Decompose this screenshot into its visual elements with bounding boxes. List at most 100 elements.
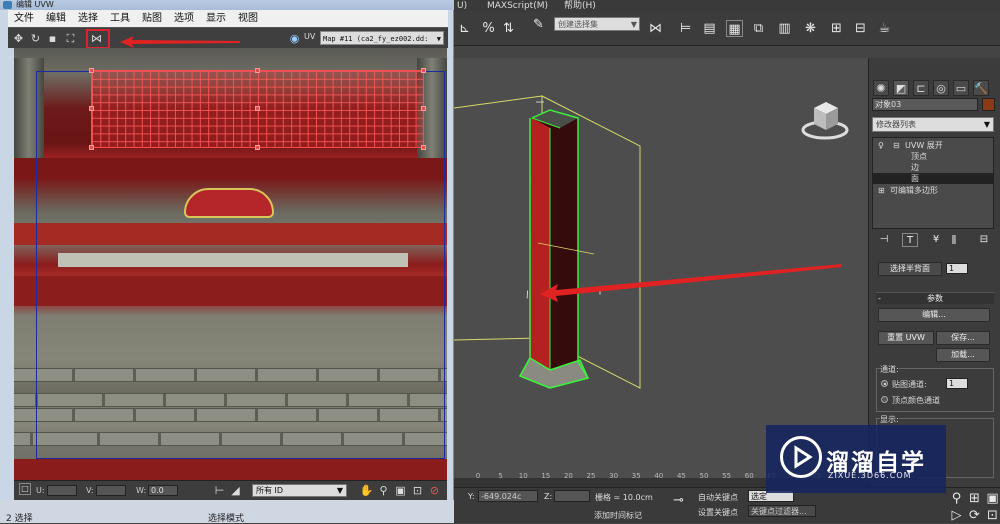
orbit-icon[interactable]: ⟳ bbox=[966, 507, 983, 524]
map-select-dropdown[interactable]: Map #11 (ca2_fy_ez002.dd: ▼ bbox=[320, 31, 444, 45]
named-selection-set-dropdown[interactable]: 创建选择集 ▼ bbox=[554, 17, 640, 31]
face-id-filter-dropdown[interactable]: 所有 ID ▼ bbox=[252, 484, 347, 497]
material-editor-icon[interactable]: ❋ bbox=[802, 20, 819, 37]
maximize-viewport-icon[interactable]: ⊡ bbox=[984, 507, 1000, 524]
configure-sets-icon[interactable]: ⊟ bbox=[976, 233, 992, 247]
pan-icon[interactable]: ✋ bbox=[359, 483, 374, 498]
zoom-viewport-icon[interactable]: ⚲ bbox=[948, 490, 965, 507]
load-button[interactable]: 加载... bbox=[936, 348, 990, 362]
uv-transform-handle[interactable] bbox=[89, 68, 94, 73]
schematic-view-icon[interactable]: ▥ bbox=[776, 20, 793, 37]
zoom-all-icon[interactable]: ⊞ bbox=[966, 490, 983, 507]
select-face-button[interactable]: 选择半背面 bbox=[878, 262, 942, 276]
snap-toggle-icon[interactable]: ⊾ bbox=[456, 20, 473, 37]
map-channel-radio[interactable] bbox=[881, 380, 888, 387]
pin-stack-icon[interactable]: ⊣ bbox=[876, 233, 892, 247]
fov-icon[interactable]: ▷ bbox=[948, 507, 965, 524]
save-button[interactable]: 保存... bbox=[936, 331, 990, 345]
make-unique-icon[interactable]: ¥ bbox=[928, 233, 944, 247]
menu-maxscript[interactable]: MAXScript(M) bbox=[487, 0, 548, 13]
viewcube[interactable] bbox=[800, 98, 850, 143]
align-icon[interactable]: ⊨ bbox=[677, 20, 694, 37]
expand-minus-icon[interactable]: ⊟ bbox=[893, 140, 900, 151]
uv-transform-handle[interactable] bbox=[89, 145, 94, 150]
vertex-color-radio[interactable] bbox=[881, 396, 888, 403]
mirror-tool-icon[interactable]: ⋈ bbox=[647, 20, 664, 37]
render-icon[interactable]: ☕ bbox=[876, 20, 893, 37]
modify-tab-icon[interactable]: ◩ bbox=[893, 80, 909, 96]
render-setup-icon[interactable]: ⊞ bbox=[828, 20, 845, 37]
zoom-extents-icon[interactable]: ⊡ bbox=[410, 483, 425, 498]
move-icon[interactable]: ✥ bbox=[11, 31, 26, 46]
u-input[interactable] bbox=[47, 485, 77, 496]
key-icon[interactable]: ⊸ bbox=[670, 492, 687, 509]
uv-transform-handle[interactable] bbox=[255, 145, 260, 150]
uvw-title-bar[interactable]: 编辑 UVW bbox=[0, 0, 454, 10]
menu-mapping[interactable]: 贴图 bbox=[136, 10, 168, 27]
zoom-extents-all-icon[interactable]: ▣ bbox=[984, 490, 1000, 507]
paint-select-icon[interactable]: ◢ bbox=[228, 483, 243, 498]
menu-display[interactable]: 显示 bbox=[200, 10, 232, 27]
z-coord-input[interactable] bbox=[554, 490, 590, 502]
uv-transform-handle[interactable] bbox=[89, 106, 94, 111]
zoom-region-icon[interactable]: ▣ bbox=[393, 483, 408, 498]
utilities-tab-icon[interactable]: 🔨 bbox=[973, 80, 989, 96]
menu-file[interactable]: 文件 bbox=[8, 10, 40, 27]
expand-plus-icon[interactable]: ⊞ bbox=[878, 185, 885, 196]
stack-item-edge[interactable]: 边 bbox=[873, 162, 993, 173]
display-tab-icon[interactable]: ▭ bbox=[953, 80, 969, 96]
key-filters-button[interactable]: 关键点过滤器... bbox=[748, 505, 816, 517]
reset-uvw-button[interactable]: 重置 UVW bbox=[878, 331, 934, 345]
select-face-spinner[interactable]: 1 bbox=[946, 263, 968, 274]
w-input[interactable]: 0.0 bbox=[148, 485, 178, 496]
remove-modifier-icon[interactable]: ǁ bbox=[946, 233, 962, 247]
menu-edit[interactable]: 编辑 bbox=[40, 10, 72, 27]
edit-uvw-button[interactable]: 编辑... bbox=[878, 308, 990, 322]
add-time-tag-label[interactable]: 添加时间标记 bbox=[594, 510, 642, 521]
freeform-icon[interactable]: ⛶ bbox=[63, 31, 78, 46]
menu-help[interactable]: 帮助(H) bbox=[564, 0, 596, 13]
create-tab-icon[interactable]: ✺ bbox=[873, 80, 889, 96]
scale-icon[interactable]: ▪ bbox=[45, 31, 60, 46]
spinner-snap-icon[interactable]: ⇅ bbox=[500, 20, 517, 37]
uv-pivot-handle[interactable] bbox=[255, 106, 260, 111]
object-color-swatch[interactable] bbox=[982, 98, 995, 111]
stack-item-face[interactable]: 面 bbox=[873, 173, 993, 184]
lightbulb-icon[interactable]: ♀ bbox=[878, 140, 884, 151]
w-label: W: bbox=[136, 486, 147, 495]
stack-buttons: ⊣ T ¥ ǁ ⊟ bbox=[872, 233, 994, 249]
menu-tools[interactable]: 工具 bbox=[104, 10, 136, 27]
percent-snap-icon[interactable]: % bbox=[480, 20, 497, 37]
rendered-frame-icon[interactable]: ⊟ bbox=[852, 20, 869, 37]
layer-manager-icon[interactable]: ▤ bbox=[701, 20, 718, 37]
uv-transform-handle[interactable] bbox=[421, 106, 426, 111]
curve-editor-icon[interactable]: ⧉ bbox=[750, 20, 767, 37]
uv-transform-handle[interactable] bbox=[421, 68, 426, 73]
zoom-icon[interactable]: ⚲ bbox=[376, 483, 391, 498]
show-end-result-icon[interactable]: T bbox=[902, 233, 918, 247]
menu-u[interactable]: U) bbox=[457, 0, 467, 13]
stack-item-vertex[interactable]: 顶点 bbox=[873, 151, 993, 162]
motion-tab-icon[interactable]: ◎ bbox=[933, 80, 949, 96]
texture-checker-icon[interactable]: ◉ bbox=[287, 31, 302, 46]
object-name-field[interactable]: 对象03 bbox=[872, 98, 978, 111]
uv-transform-handle[interactable] bbox=[421, 145, 426, 150]
menu-view[interactable]: 视图 bbox=[232, 10, 264, 27]
graphite-toolbar-icon[interactable]: ▦ bbox=[726, 20, 743, 37]
v-input[interactable] bbox=[96, 485, 126, 496]
edit-named-selection-icon[interactable]: ✎ bbox=[530, 16, 547, 33]
absolute-mode-icon[interactable]: □ bbox=[19, 483, 31, 495]
snap-icon[interactable]: ⊘ bbox=[427, 483, 442, 498]
hierarchy-tab-icon[interactable]: ⊏ bbox=[913, 80, 929, 96]
menu-select[interactable]: 选择 bbox=[72, 10, 104, 27]
uv-transform-handle[interactable] bbox=[255, 68, 260, 73]
rotate-icon[interactable]: ↻ bbox=[28, 31, 43, 46]
menu-options[interactable]: 选项 bbox=[168, 10, 200, 27]
map-channel-spinner[interactable]: 1 bbox=[946, 378, 968, 389]
y-coord-input[interactable]: -649.024c bbox=[478, 490, 538, 502]
stack-item-uvw-unwrap[interactable]: ♀ ⊟ UVW 展开 bbox=[873, 140, 993, 151]
stack-item-editable-poly[interactable]: ⊞ 可编辑多边形 bbox=[873, 185, 993, 196]
params-rollout-title[interactable]: - 参数 bbox=[876, 292, 994, 304]
modifier-list-dropdown[interactable]: 修改器列表 ▼ bbox=[872, 117, 994, 132]
lock-selection-icon[interactable]: ⊢ bbox=[212, 483, 227, 498]
